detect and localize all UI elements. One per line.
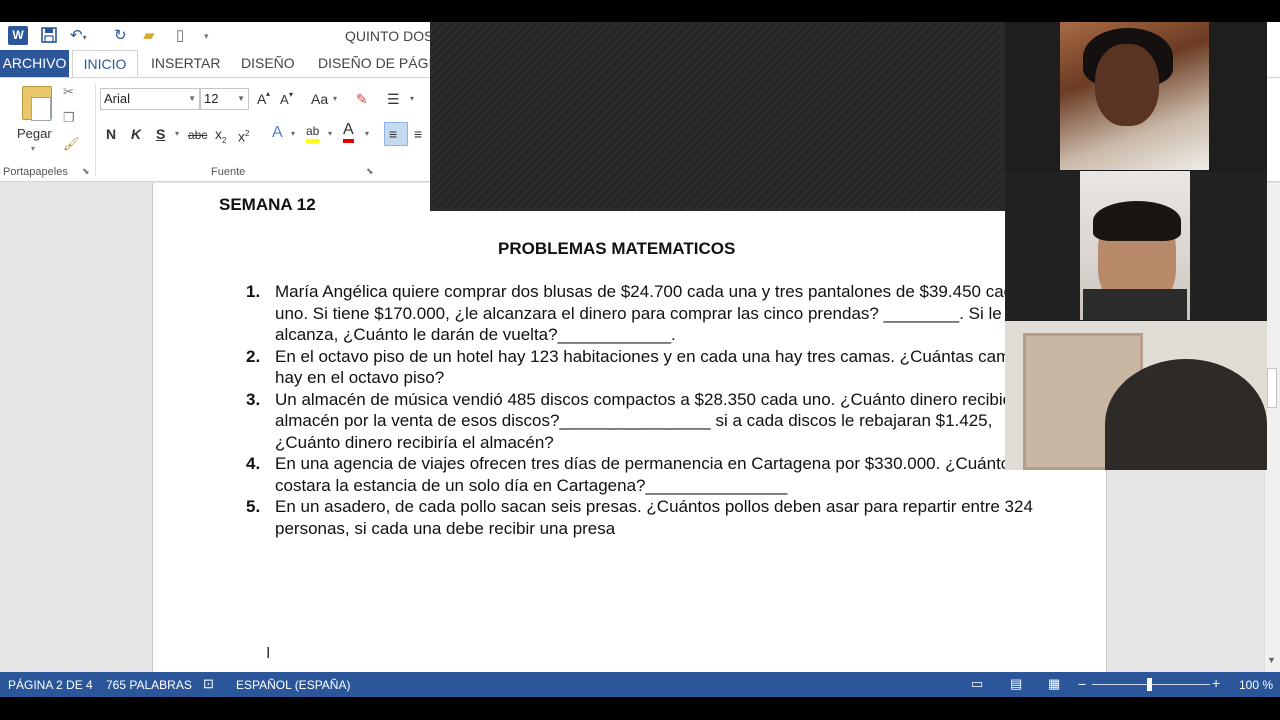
font-name-combo[interactable]: Arial ▼ <box>100 88 200 110</box>
problem-number: 2. <box>246 346 261 366</box>
problem-list: 1. María Angélica quiere comprar dos blu… <box>246 281 1036 539</box>
page-title: PROBLEMAS MATEMATICOS <box>498 239 736 258</box>
group-divider <box>95 84 96 176</box>
participant-shirt <box>1083 289 1187 320</box>
problem-text: En una agencia de viajes ofrecen tres dí… <box>275 454 1011 495</box>
tab-diseno[interactable]: DISEÑO <box>235 50 301 77</box>
list-item: 1. María Angélica quiere comprar dos blu… <box>246 281 1036 346</box>
superscript-label: x <box>238 128 245 145</box>
font-size-combo[interactable]: 12 ▼ <box>200 88 249 110</box>
cut-icon[interactable]: ✂ <box>63 84 74 100</box>
clipboard-group-label: Portapapeles <box>3 166 68 178</box>
font-launcher-icon[interactable]: ⬊ <box>366 166 374 177</box>
document-page[interactable]: SEMANA 12 PROBLEMAS MATEMATICOS 1. María… <box>152 183 1107 672</box>
problem-text: En un asadero, de cada pollo sacan seis … <box>275 497 1033 538</box>
text-cursor-icon: I <box>266 645 271 662</box>
language-indicator[interactable]: ESPAÑOL (ESPAÑA) <box>236 678 350 692</box>
tab-archivo[interactable]: ARCHIVO <box>0 50 69 77</box>
problem-number: 4. <box>246 454 261 473</box>
clear-formatting-icon[interactable]: ✎ <box>356 89 368 109</box>
scrollbar-thumb[interactable] <box>1267 368 1277 408</box>
paste-button[interactable]: Pegar <box>17 126 52 141</box>
problem-text: María Angélica quiere comprar dos blusas… <box>275 282 1023 344</box>
scroll-down-icon[interactable]: ▼ <box>1267 655 1276 665</box>
text-effects-button[interactable]: A <box>272 123 283 143</box>
align-center-icon[interactable]: ≡ <box>414 124 422 144</box>
problem-number: 5. <box>246 497 261 516</box>
font-color-button[interactable]: A <box>343 121 354 143</box>
chevron-down-icon[interactable]: ▾ <box>175 124 179 144</box>
font-size-value: 12 <box>204 91 219 106</box>
screen-share-overlay <box>430 22 1005 211</box>
video-participants <box>1005 22 1267 470</box>
page-indicator[interactable]: PÁGINA 2 DE 4 <box>8 678 93 692</box>
bullets-icon[interactable]: ☰ <box>387 89 400 109</box>
save-icon[interactable] <box>40 26 58 46</box>
open-folder-icon[interactable]: ▰ <box>143 26 155 46</box>
subscript-button[interactable]: x2 <box>215 124 226 151</box>
chevron-down-icon: ▼ <box>237 94 245 103</box>
problem-number: 1. <box>246 282 261 301</box>
proofing-icon[interactable]: ⊡ <box>203 676 214 692</box>
participant-video-3[interactable] <box>1005 321 1267 470</box>
chevron-down-icon[interactable]: ▾ <box>410 89 414 109</box>
paste-icon[interactable] <box>22 86 52 121</box>
font-group-label: Fuente <box>211 166 246 178</box>
align-left-glyph: ≡ <box>389 126 398 142</box>
underline-button[interactable]: S <box>156 124 165 144</box>
status-bar: PÁGINA 2 DE 4 765 PALABRAS ⊡ ESPAÑOL (ES… <box>0 672 1280 697</box>
chevron-down-icon[interactable]: ▾ <box>365 124 369 144</box>
web-layout-icon[interactable]: ▦ <box>1048 676 1060 692</box>
chevron-down-icon[interactable]: ▾ <box>328 124 332 144</box>
shrink-font-icon: ▾ <box>289 90 294 99</box>
word-window: W ↶▾ ↻ ▰ ▯ ▾ QUINTO DOS ARCHIVO INICIO I… <box>0 22 1280 697</box>
participant-face <box>1095 44 1159 126</box>
participant-video-1[interactable] <box>1005 22 1267 170</box>
week-heading: SEMANA 12 <box>219 195 316 214</box>
undo-icon[interactable]: ↶▾ <box>70 26 87 46</box>
font-name-value: Arial <box>104 91 131 106</box>
zoom-slider-thumb[interactable] <box>1147 678 1152 691</box>
redo-icon[interactable]: ↻ <box>114 26 127 46</box>
list-item: 4. En una agencia de viajes ofrecen tres… <box>246 453 1036 496</box>
superscript-button[interactable]: x2 <box>238 124 249 147</box>
list-item: 3. Un almacén de música vendió 485 disco… <box>246 389 1036 454</box>
list-item: 2. En el octavo piso de un hotel hay 123… <box>246 346 1036 389</box>
list-item: 5. En un asadero, de cada pollo sacan se… <box>246 496 1036 539</box>
change-case-button[interactable]: Aa <box>311 89 328 109</box>
paste-dropdown-icon[interactable]: ▾ <box>31 144 35 153</box>
highlight-button[interactable]: ab <box>306 123 320 143</box>
chevron-down-icon: ▼ <box>188 94 196 103</box>
tab-insertar[interactable]: INSERTAR <box>145 50 227 77</box>
zoom-out-button[interactable]: − <box>1078 676 1086 692</box>
grow-font-button[interactable]: A <box>257 89 266 109</box>
shrink-font-button[interactable]: A <box>280 90 289 110</box>
word-count[interactable]: 765 PALABRAS <box>106 678 192 692</box>
subscript-label: x <box>215 126 222 142</box>
read-mode-icon[interactable]: ▭ <box>971 676 983 692</box>
tab-diseno-de-pagina[interactable]: DISEÑO DE PÁGIN <box>312 50 448 77</box>
participant-video-2[interactable] <box>1005 171 1267 320</box>
document-title: QUINTO DOS <box>345 28 434 44</box>
new-document-icon[interactable]: ▯ <box>176 26 184 46</box>
copy-icon[interactable]: ❐ <box>63 110 75 126</box>
zoom-level[interactable]: 100 % <box>1239 678 1273 692</box>
grow-font-icon: ▴ <box>266 89 271 98</box>
customize-icon[interactable]: ▾ <box>204 26 209 46</box>
clipboard-launcher-icon[interactable]: ⬊ <box>82 166 90 177</box>
problem-number: 3. <box>246 389 261 409</box>
print-layout-icon[interactable]: ▤ <box>1010 676 1022 692</box>
tab-inicio[interactable]: INICIO <box>72 50 138 77</box>
problem-text: Un almacén de música vendió 485 discos c… <box>275 389 1031 452</box>
italic-button[interactable]: K <box>131 124 141 144</box>
zoom-in-button[interactable]: + <box>1212 675 1220 691</box>
problem-text: En el octavo piso de un hotel hay 123 ha… <box>275 346 1029 388</box>
strikethrough-button[interactable]: abc <box>188 125 207 145</box>
chevron-down-icon[interactable]: ▾ <box>291 124 295 144</box>
word-icon: W <box>8 26 28 45</box>
format-painter-icon[interactable]: 🖌 <box>63 136 80 152</box>
participant-hair <box>1093 201 1181 241</box>
chevron-down-icon[interactable]: ▾ <box>333 89 337 109</box>
bold-button[interactable]: N <box>106 124 116 144</box>
